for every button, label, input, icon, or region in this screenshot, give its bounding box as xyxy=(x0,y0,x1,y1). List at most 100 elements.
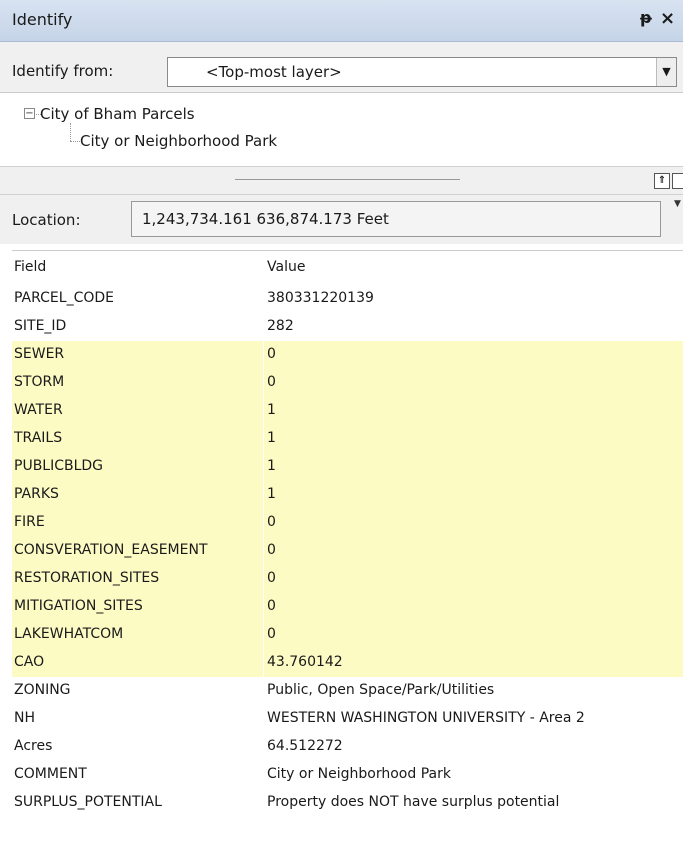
table-row[interactable]: LAKEWHATCOM 0 xyxy=(12,621,683,649)
pin-icon[interactable]: ᵽ xyxy=(640,8,652,27)
collapse-icon[interactable]: − xyxy=(24,108,35,119)
table-gutter xyxy=(0,244,12,847)
identify-from-dropdown[interactable]: <Top-most layer> ▼ xyxy=(167,57,677,87)
field-value-cell: 0 xyxy=(267,570,276,586)
table-row[interactable]: CONSVERATION_EASEMENT 0 xyxy=(12,537,683,565)
field-value-cell: Public, Open Space/Park/Utilities xyxy=(267,682,495,698)
field-value-cell: 1 xyxy=(267,486,276,502)
column-separator xyxy=(263,425,264,453)
column-separator xyxy=(263,509,264,537)
collapse-up-icon[interactable]: ⇑ xyxy=(654,173,670,189)
dropdown-arrow-icon[interactable]: ▼ xyxy=(674,199,681,209)
title-bar: Identify ᵽ × xyxy=(0,0,683,42)
table-row[interactable]: SITE_ID 282 xyxy=(12,313,683,341)
table-row[interactable]: WATER 1 xyxy=(12,397,683,425)
column-separator xyxy=(263,705,264,733)
identify-from-bar: Identify from: <Top-most layer> ▼ xyxy=(0,42,683,92)
close-icon[interactable]: × xyxy=(660,8,675,29)
field-value-cell: 0 xyxy=(267,374,276,390)
field-name-cell: SURPLUS_POTENTIAL xyxy=(14,794,162,810)
field-value-cell: 0 xyxy=(267,598,276,614)
column-separator xyxy=(263,397,264,425)
field-value-cell: Property does NOT have surplus potential xyxy=(267,794,560,810)
table-row[interactable]: FIRE 0 xyxy=(12,509,683,537)
field-value-cell: 43.760142 xyxy=(267,654,343,670)
location-value: 1,243,734.161 636,874.173 Feet xyxy=(142,210,389,228)
column-separator xyxy=(263,565,264,593)
column-separator xyxy=(263,341,264,369)
location-field[interactable]: 1,243,734.161 636,874.173 Feet xyxy=(131,201,661,237)
table-row[interactable]: SEWER 0 xyxy=(12,341,683,369)
column-separator xyxy=(263,369,264,397)
table-row[interactable]: STORM 0 xyxy=(12,369,683,397)
table-row[interactable]: CAO 43.760142 xyxy=(12,649,683,677)
tree-connector xyxy=(70,123,71,141)
column-separator xyxy=(263,537,264,565)
table-row[interactable]: PARKS 1 xyxy=(12,481,683,509)
table-row[interactable]: PUBLICBLDG 1 xyxy=(12,453,683,481)
column-separator xyxy=(263,593,264,621)
table-row[interactable]: Acres 64.512272 xyxy=(12,733,683,761)
column-separator xyxy=(263,649,264,677)
tree-node-feature[interactable]: City or Neighborhood Park xyxy=(80,132,277,150)
field-name-cell: PARKS xyxy=(14,486,59,502)
field-name-cell: STORM xyxy=(14,374,65,390)
pane-splitter[interactable]: ⇑ xyxy=(0,166,683,194)
field-value-cell: 1 xyxy=(267,458,276,474)
location-bar: Location: 1,243,734.161 636,874.173 Feet… xyxy=(0,194,683,244)
column-header-field[interactable]: Field xyxy=(14,259,46,275)
field-name-cell: CAO xyxy=(14,654,45,670)
results-tree: − City of Bham Parcels City or Neighborh… xyxy=(0,92,683,166)
column-separator xyxy=(263,677,264,705)
identify-from-value: <Top-most layer> xyxy=(206,63,342,81)
field-name-cell: PUBLICBLDG xyxy=(14,458,104,474)
table-row[interactable]: NH WESTERN WASHINGTON UNIVERSITY - Area 2 xyxy=(12,705,683,733)
tree-node-layer[interactable]: City of Bham Parcels xyxy=(40,105,195,123)
field-name-cell: NH xyxy=(14,710,35,726)
splitter-grip[interactable] xyxy=(235,179,460,180)
tree-connector xyxy=(70,141,80,142)
table-row[interactable]: MITIGATION_SITES 0 xyxy=(12,593,683,621)
table-row[interactable]: COMMENT City or Neighborhood Park xyxy=(12,761,683,789)
field-name-cell: Acres xyxy=(14,738,53,754)
table-row[interactable]: SURPLUS_POTENTIAL Property does NOT have … xyxy=(12,789,683,817)
attribute-table: Field Value PARCEL_CODE 380331220139 SITE_… xyxy=(12,250,683,847)
field-value-cell: City or Neighborhood Park xyxy=(267,766,451,782)
table-row[interactable]: TRAILS 1 xyxy=(12,425,683,453)
field-value-cell: 0 xyxy=(267,626,276,642)
field-name-cell: COMMENT xyxy=(14,766,87,782)
field-name-cell: PARCEL_CODE xyxy=(14,290,114,306)
table-row[interactable]: ZONING Public, Open Space/Park/Utilities xyxy=(12,677,683,705)
column-separator xyxy=(263,761,264,789)
location-label: Location: xyxy=(12,211,81,229)
field-value-cell: WESTERN WASHINGTON UNIVERSITY - Area 2 xyxy=(267,710,585,726)
field-name-cell: TRAILS xyxy=(14,430,63,446)
field-value-cell: 0 xyxy=(267,542,276,558)
field-name-cell: SEWER xyxy=(14,346,65,362)
column-separator xyxy=(263,789,264,817)
field-name-cell: FIRE xyxy=(14,514,45,530)
field-value-cell: 1 xyxy=(267,402,276,418)
field-value-cell: 64.512272 xyxy=(267,738,343,754)
field-name-cell: WATER xyxy=(14,402,63,418)
field-name-cell: ZONING xyxy=(14,682,71,698)
column-separator xyxy=(263,733,264,761)
field-name-cell: MITIGATION_SITES xyxy=(14,598,143,614)
column-separator xyxy=(263,313,264,341)
table-row[interactable]: RESTORATION_SITES 0 xyxy=(12,565,683,593)
field-name-cell: RESTORATION_SITES xyxy=(14,570,160,586)
field-name-cell: SITE_ID xyxy=(14,318,67,334)
column-header-value[interactable]: Value xyxy=(267,259,305,275)
field-value-cell: 282 xyxy=(267,318,294,334)
window-title: Identify xyxy=(12,10,73,29)
field-value-cell: 380331220139 xyxy=(267,290,374,306)
field-name-cell: CONSVERATION_EASEMENT xyxy=(14,542,208,558)
identify-from-label: Identify from: xyxy=(12,62,114,80)
table-header: Field Value xyxy=(12,251,683,285)
field-value-cell: 0 xyxy=(267,346,276,362)
column-separator xyxy=(263,285,264,313)
column-separator xyxy=(263,453,264,481)
field-value-cell: 1 xyxy=(267,430,276,446)
table-row[interactable]: PARCEL_CODE 380331220139 xyxy=(12,285,683,313)
chevron-down-icon[interactable]: ▼ xyxy=(656,58,676,86)
